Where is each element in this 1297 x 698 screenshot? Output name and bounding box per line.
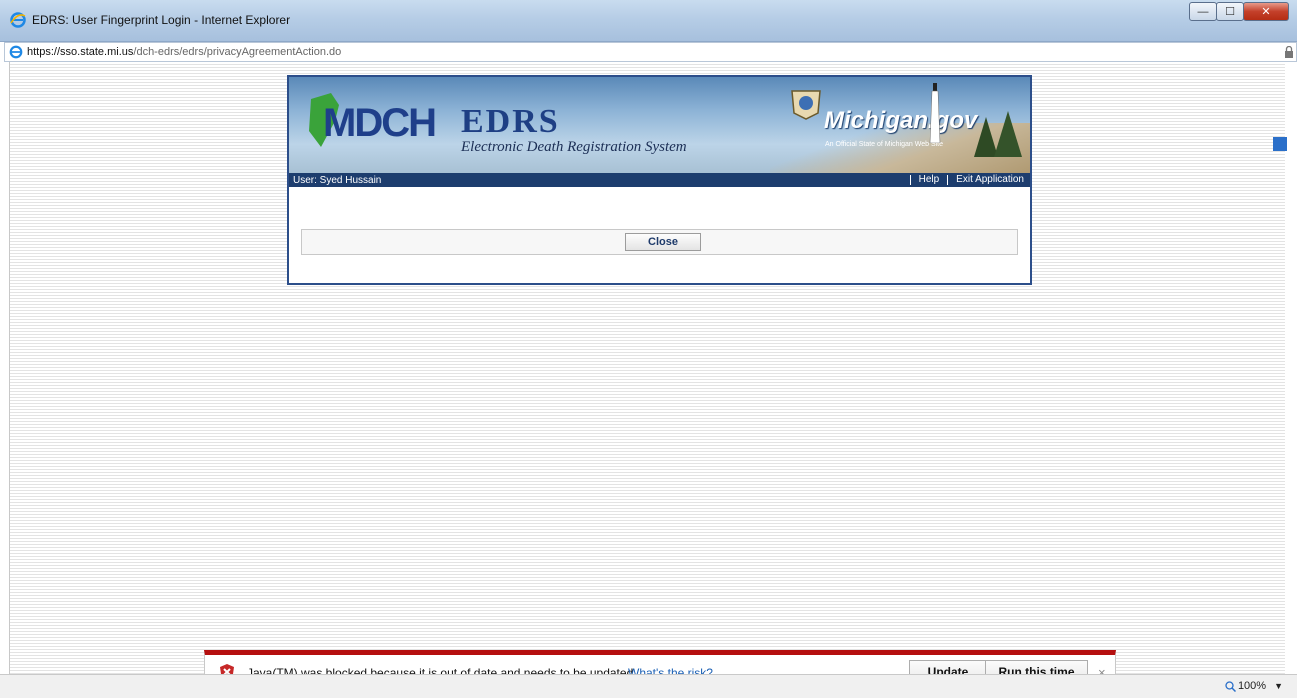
zoom-control[interactable]: 100% ▼	[1225, 680, 1283, 692]
window-titlebar: EDRS: User Fingerprint Login - Internet …	[0, 0, 1297, 42]
minimize-icon: —	[1197, 5, 1209, 18]
maximize-icon: ☐	[1225, 6, 1235, 18]
close-icon: ✕	[1261, 6, 1271, 18]
url-host: state.mi.us	[80, 46, 134, 58]
user-bar-links: Help Exit Application	[902, 174, 1024, 185]
help-link[interactable]: Help	[919, 174, 940, 185]
lighthouse-icon	[929, 83, 941, 143]
internet-explorer-icon	[10, 12, 26, 28]
zoom-level: 100%	[1237, 680, 1267, 692]
chevron-down-icon[interactable]: ▼	[1274, 681, 1283, 691]
zoom-magnifier-icon	[1225, 680, 1236, 692]
url-prefix: https://sso.	[27, 46, 81, 58]
michigan-gov-brand: Michigan.gov	[824, 107, 978, 134]
user-bar: User: Syed Hussain Help Exit Application	[289, 173, 1030, 187]
window-title: EDRS: User Fingerprint Login - Internet …	[32, 13, 291, 27]
michigan-seal-icon	[791, 90, 821, 120]
lock-icon[interactable]	[1284, 46, 1294, 58]
edrs-dialog: MDCH EDRS Electronic Death Registration …	[287, 75, 1032, 285]
michigan-gov-tagline: An Official State of Michigan Web Site	[825, 141, 944, 148]
action-panel: Close	[301, 229, 1018, 255]
scroll-down-arrow-icon[interactable]	[1273, 137, 1287, 151]
internet-explorer-page-icon	[9, 45, 23, 59]
close-button[interactable]: Close	[625, 233, 701, 251]
mdch-logo-text: MDCH	[323, 101, 437, 145]
url-path: /dch-edrs/edrs/privacyAgreementAction.do	[133, 46, 342, 58]
app-title: EDRS	[461, 103, 560, 140]
edrs-banner: MDCH EDRS Electronic Death Registration …	[289, 77, 1030, 173]
pine-tree-icon	[974, 111, 1022, 157]
url-text[interactable]: https://sso.state.mi.us/dch-edrs/edrs/pr…	[27, 46, 341, 58]
divider	[947, 174, 949, 185]
maximize-button[interactable]: ☐	[1216, 2, 1244, 21]
exit-application-link[interactable]: Exit Application	[956, 174, 1024, 185]
minimize-button[interactable]: —	[1189, 2, 1217, 21]
divider	[909, 174, 911, 185]
window-controls: — ☐ ✕	[1189, 2, 1289, 21]
status-bar: 100% ▼	[0, 674, 1297, 698]
close-window-button[interactable]: ✕	[1243, 2, 1289, 21]
app-subtitle: Electronic Death Registration System	[461, 139, 687, 155]
address-bar[interactable]: https://sso.state.mi.us/dch-edrs/edrs/pr…	[4, 42, 1297, 62]
current-user: User: Syed Hussain	[293, 174, 382, 186]
